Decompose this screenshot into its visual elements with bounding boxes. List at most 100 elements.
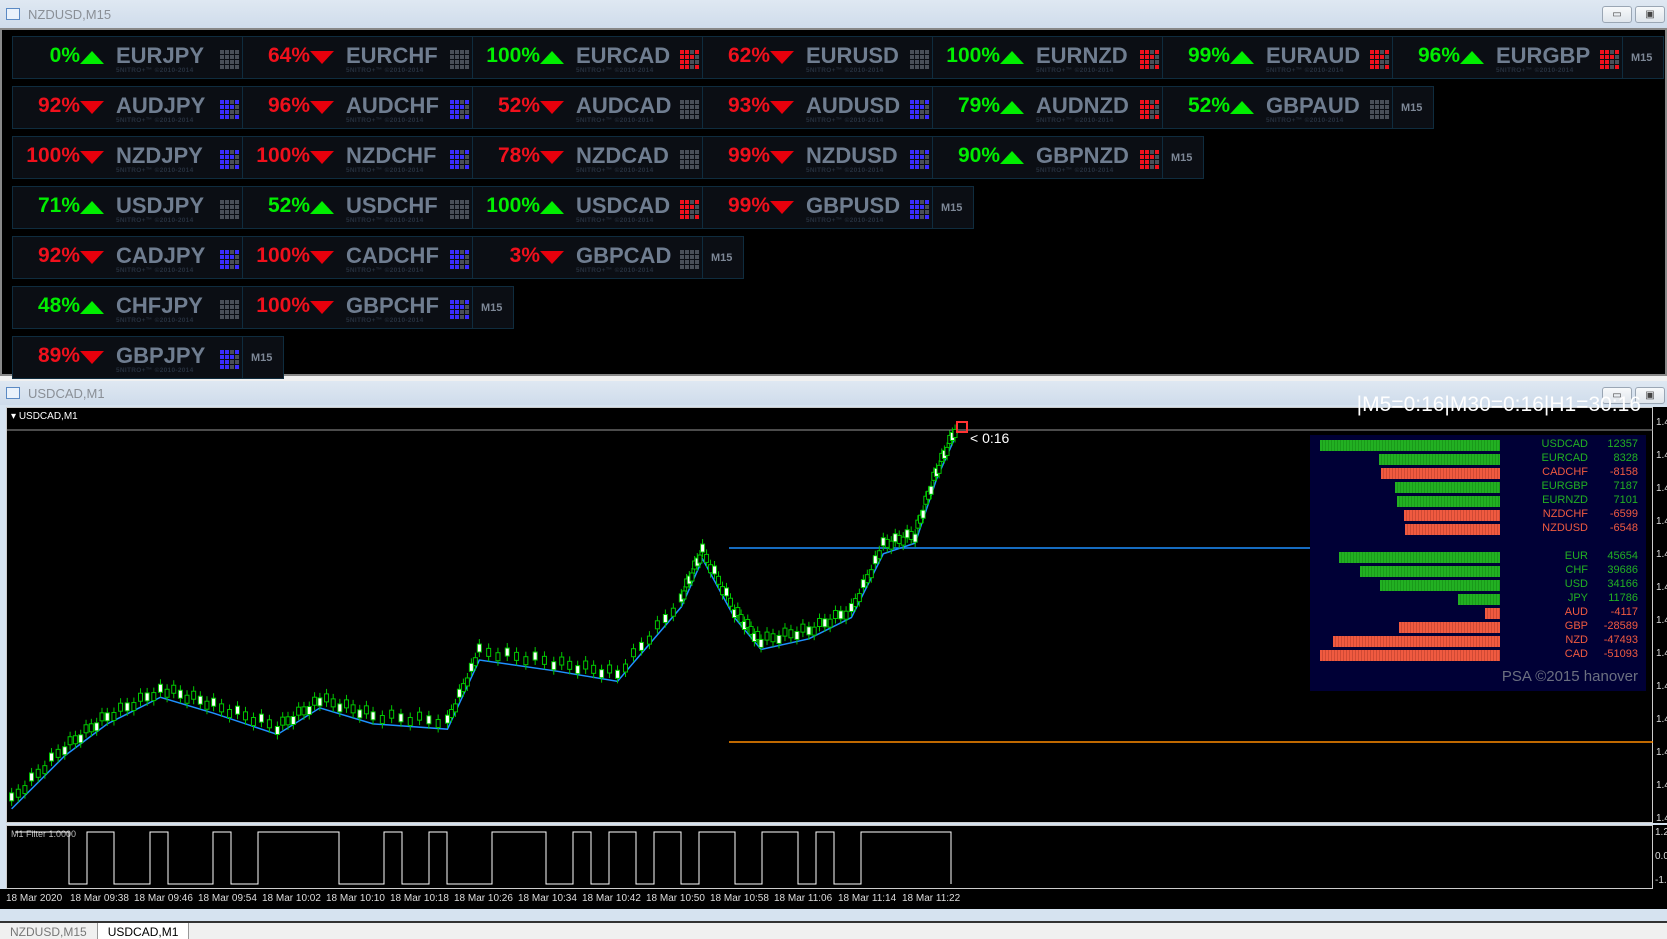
candle-body xyxy=(235,705,241,715)
strength-row: CADCHF -8158 xyxy=(1542,466,1638,478)
grid-icon[interactable] xyxy=(220,50,239,69)
pair-tile[interactable]: 90% GBPNZD 5NITRO+™ ©2010-2014 xyxy=(933,137,1163,178)
pair-tile[interactable]: 52% USDCHF 5NITRO+™ ©2010-2014 xyxy=(243,187,473,228)
pair-tile[interactable]: 92% CADJPY 5NITRO+™ ©2010-2014 xyxy=(13,237,243,278)
grid-icon[interactable] xyxy=(910,200,929,219)
chart-tab[interactable]: NZDUSD,M15 xyxy=(0,923,98,939)
candle-body xyxy=(9,792,15,802)
grid-icon[interactable] xyxy=(450,200,469,219)
pair-tile[interactable]: 99% NZDUSD 5NITRO+™ ©2010-2014 xyxy=(703,137,933,178)
pair-tile[interactable]: 62% EURUSD 5NITRO+™ ©2010-2014 xyxy=(703,37,933,78)
pair-tile[interactable]: 48% CHFJPY 5NITRO+™ ©2010-2014 xyxy=(13,287,243,328)
grid-icon[interactable] xyxy=(1370,50,1389,69)
timeframe-label: M15 xyxy=(1623,37,1663,78)
pair-symbol: CHFJPY xyxy=(116,293,203,318)
indicator-axis-label: 0.0 xyxy=(1655,851,1667,862)
pair-tile[interactable]: 100% EURNZD 5NITRO+™ ©2010-2014 xyxy=(933,37,1163,78)
pair-symbol: NZDJPY xyxy=(116,143,203,168)
pair-tile[interactable]: 100% USDCAD 5NITRO+™ ©2010-2014 xyxy=(473,187,703,228)
pair-tile[interactable]: 64% EURCHF 5NITRO+™ ©2010-2014 xyxy=(243,37,473,78)
watermark: 5NITRO+™ ©2010-2014 xyxy=(346,67,424,74)
grid-icon[interactable] xyxy=(450,100,469,119)
grid-icon[interactable] xyxy=(680,50,699,69)
pair-tile[interactable]: 52% GBPAUD 5NITRO+™ ©2010-2014 xyxy=(1163,87,1393,128)
signal-percent: 71% xyxy=(37,194,80,217)
pair-tile[interactable]: 100% GBPCHF 5NITRO+™ ©2010-2014 xyxy=(243,287,473,328)
candle-body xyxy=(67,736,73,746)
candle-body xyxy=(370,711,376,721)
candle-body xyxy=(357,709,363,719)
pair-tile[interactable]: 99% GBPUSD 5NITRO+™ ©2010-2014 xyxy=(703,187,933,228)
grid-icon[interactable] xyxy=(1140,100,1159,119)
pair-tile[interactable]: 100% EURCAD 5NITRO+™ ©2010-2014 xyxy=(473,37,703,78)
pair-tile[interactable]: 99% EURAUD 5NITRO+™ ©2010-2014 xyxy=(1163,37,1393,78)
grid-icon[interactable] xyxy=(910,100,929,119)
minimize-button[interactable]: ▭ xyxy=(1602,6,1632,23)
grid-icon[interactable] xyxy=(680,250,699,269)
restore-button[interactable]: ▣ xyxy=(1635,6,1665,23)
dashboard-row: 89% GBPJPY 5NITRO+™ ©2010-2014 M15 xyxy=(12,336,284,379)
pair-tile[interactable]: 96% EURGBP 5NITRO+™ ©2010-2014 xyxy=(1393,37,1623,78)
grid-icon[interactable] xyxy=(450,300,469,319)
dashboard-row: 48% CHFJPY 5NITRO+™ ©2010-2014 100% GBPCHF 5N… xyxy=(12,286,514,329)
candle-body xyxy=(171,684,177,694)
candle-body xyxy=(700,543,706,553)
candle-body xyxy=(896,534,902,544)
signal-percent: 52% xyxy=(267,194,310,217)
grid-icon[interactable] xyxy=(450,50,469,69)
chart-window-icon xyxy=(6,387,20,399)
candle-body xyxy=(151,692,157,702)
window-titlebar[interactable]: NZDUSD,M15 ▭ ▣ xyxy=(0,0,1667,28)
arrow-down-icon xyxy=(540,251,564,264)
grid-icon[interactable] xyxy=(680,100,699,119)
arrow-down-icon xyxy=(310,251,334,264)
grid-icon[interactable] xyxy=(910,50,929,69)
pair-tile[interactable]: 93% AUDUSD 5NITRO+™ ©2010-2014 xyxy=(703,87,933,128)
candle-body xyxy=(727,597,733,607)
pair-tile[interactable]: 71% USDJPY 5NITRO+™ ©2010-2014 xyxy=(13,187,243,228)
candle-body xyxy=(864,574,870,584)
grid-icon[interactable] xyxy=(220,150,239,169)
grid-icon[interactable] xyxy=(1370,100,1389,119)
grid-icon[interactable] xyxy=(220,100,239,119)
grid-icon[interactable] xyxy=(450,150,469,169)
strength-name: EURGBP xyxy=(1541,480,1588,492)
pair-tile[interactable]: 78% NZDCAD 5NITRO+™ ©2010-2014 xyxy=(473,137,703,178)
pair-tile[interactable]: 89% GBPJPY 5NITRO+™ ©2010-2014 xyxy=(13,337,243,378)
grid-icon[interactable] xyxy=(680,150,699,169)
pair-tile[interactable]: 0% EURJPY 5NITRO+™ ©2010-2014 xyxy=(13,37,243,78)
grid-icon[interactable] xyxy=(1140,150,1159,169)
grid-icon[interactable] xyxy=(220,200,239,219)
arrow-up-icon xyxy=(540,201,564,214)
candle-body xyxy=(468,662,474,672)
pair-tile[interactable]: 92% AUDJPY 5NITRO+™ ©2010-2014 xyxy=(13,87,243,128)
pair-tile[interactable]: 79% AUDNZD 5NITRO+™ ©2010-2014 xyxy=(933,87,1163,128)
grid-icon[interactable] xyxy=(910,150,929,169)
strength-row: USD 34166 xyxy=(1565,578,1638,590)
pair-tile[interactable]: 96% AUDCHF 5NITRO+™ ©2010-2014 xyxy=(243,87,473,128)
grid-icon[interactable] xyxy=(1140,50,1159,69)
grid-icon[interactable] xyxy=(220,300,239,319)
candle-body xyxy=(838,610,844,620)
pair-tile[interactable]: 100% CADCHF 5NITRO+™ ©2010-2014 xyxy=(243,237,473,278)
pair-tile[interactable]: 3% GBPCAD 5NITRO+™ ©2010-2014 xyxy=(473,237,703,278)
chart-tab[interactable]: USDCAD,M1 xyxy=(97,923,190,939)
strength-name: USDCAD xyxy=(1541,438,1588,450)
signal-percent: 99% xyxy=(1187,44,1230,67)
moving-average-line xyxy=(11,431,959,810)
pair-tile[interactable]: 52% AUDCAD 5NITRO+™ ©2010-2014 xyxy=(473,87,703,128)
candle-body xyxy=(191,690,197,700)
grid-icon[interactable] xyxy=(680,200,699,219)
watermark: 5NITRO+™ ©2010-2014 xyxy=(1036,67,1114,74)
candle-body xyxy=(131,702,137,712)
grid-icon[interactable] xyxy=(220,250,239,269)
pair-tile[interactable]: 100% NZDCHF 5NITRO+™ ©2010-2014 xyxy=(243,137,473,178)
candle-body xyxy=(290,716,296,726)
grid-icon[interactable] xyxy=(1600,50,1619,69)
grid-icon[interactable] xyxy=(220,350,239,369)
strength-bar xyxy=(1320,650,1500,661)
candle-body xyxy=(296,706,302,716)
pair-tile[interactable]: 100% NZDJPY 5NITRO+™ ©2010-2014 xyxy=(13,137,243,178)
arrow-up-icon xyxy=(540,51,564,64)
grid-icon[interactable] xyxy=(450,250,469,269)
